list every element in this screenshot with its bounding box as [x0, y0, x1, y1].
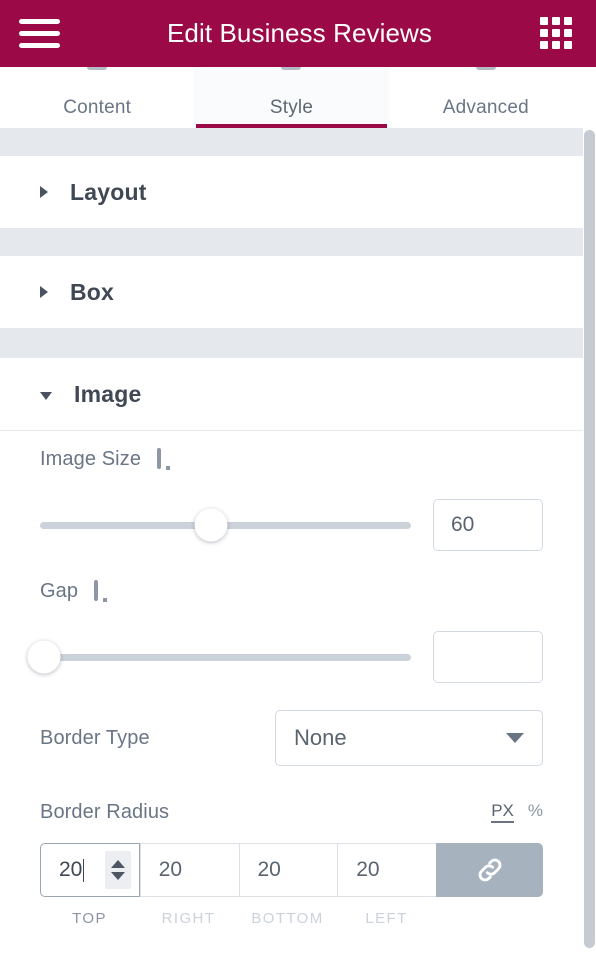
tab-advanced-label: Advanced — [442, 97, 529, 118]
monitor-stand — [166, 466, 171, 470]
monitor-stand — [103, 598, 108, 602]
scrollbar-thumb[interactable] — [584, 130, 595, 948]
border-radius-sublabels: TOP RIGHT BOTTOM LEFT — [40, 897, 543, 939]
grid-cell — [552, 16, 560, 25]
tab-bar: Content Style Advanced — [0, 64, 583, 128]
gap-input[interactable] — [433, 631, 543, 683]
monitor-screen — [157, 448, 162, 469]
sublabel-bottom: BOTTOM — [251, 909, 324, 927]
page-title: Edit Business Reviews — [166, 18, 433, 48]
section-title-layout: Layout — [70, 178, 147, 205]
slider-track — [40, 653, 411, 661]
border-type-label: Border Type — [40, 726, 150, 749]
tab-underline-active — [196, 124, 387, 128]
chevron-right-icon — [40, 286, 48, 298]
border-type-value: None — [294, 725, 347, 750]
gap-slider-row — [27, 619, 543, 695]
grid-cell — [540, 28, 548, 37]
tab-style[interactable]: Style — [194, 64, 389, 128]
border-radius-top-input[interactable]: 20 — [40, 843, 140, 897]
hamburger-bar — [19, 19, 60, 24]
section-title-image: Image — [74, 380, 142, 407]
image-size-label: Image Size — [40, 447, 142, 470]
border-radius-label: Border Radius — [40, 800, 170, 823]
unit-percent[interactable]: % — [528, 801, 543, 821]
section-divider — [0, 128, 583, 156]
tab-underline — [2, 124, 192, 128]
app-header: Edit Business Reviews — [0, 0, 596, 67]
settings-scroll-area[interactable]: Layout Box Image Image Size 60 Gap Borde… — [0, 128, 583, 957]
chevron-down-icon — [506, 733, 524, 743]
border-radius-top-value: 20 — [59, 858, 83, 881]
grid-apps-icon[interactable] — [540, 16, 574, 51]
hamburger-bar — [19, 31, 60, 36]
stepper-up-icon[interactable] — [110, 860, 125, 868]
grid-cell — [564, 16, 572, 25]
stepper-down-icon[interactable] — [110, 872, 125, 880]
border-type-row: Border Type None — [40, 695, 543, 781]
desktop-monitor-icon[interactable] — [94, 580, 116, 602]
section-divider — [0, 228, 583, 256]
monitor-screen — [94, 580, 99, 601]
slider-thumb[interactable] — [27, 640, 61, 674]
image-size-input[interactable]: 60 — [433, 499, 543, 551]
section-header-image[interactable]: Image — [0, 358, 583, 430]
desktop-monitor-icon[interactable] — [157, 448, 179, 470]
tab-content-label: Content — [63, 97, 132, 118]
border-radius-right-input[interactable]: 20 — [139, 843, 239, 897]
border-type-select[interactable]: None — [275, 710, 543, 766]
image-size-slider[interactable] — [40, 508, 411, 542]
sublabel-right: RIGHT — [161, 909, 216, 927]
grid-cell — [552, 28, 560, 37]
sublabel-left: LEFT — [365, 909, 408, 927]
number-stepper[interactable] — [104, 851, 131, 889]
border-radius-left-input[interactable]: 20 — [337, 843, 436, 897]
editor-panel: Edit Business Reviews Content Style Adva… — [0, 0, 596, 957]
section-title-box: Box — [70, 278, 115, 305]
border-radius-fields: 20 20 20 20 — [40, 843, 543, 897]
sublabel-top: TOP — [72, 909, 107, 927]
slider-thumb[interactable] — [194, 508, 228, 542]
tab-style-label: Style — [269, 97, 314, 118]
chevron-down-icon — [40, 391, 52, 400]
grid-cell — [540, 16, 548, 25]
gap-slider[interactable] — [27, 640, 411, 674]
border-radius-header-row: Border Radius PX % — [40, 781, 543, 843]
section-header-layout[interactable]: Layout — [0, 156, 583, 228]
link-values-button[interactable] — [436, 843, 543, 897]
image-size-label-row: Image Size — [40, 431, 543, 487]
grid-cell — [540, 40, 548, 49]
tab-underline — [391, 124, 581, 128]
chevron-right-icon — [40, 186, 48, 198]
vertical-scrollbar[interactable] — [583, 128, 596, 957]
unit-switcher: PX % — [491, 801, 543, 823]
border-radius-bottom-input[interactable]: 20 — [238, 843, 338, 897]
image-size-slider-row: 60 — [40, 487, 543, 563]
tab-content[interactable]: Content — [0, 64, 195, 128]
text-cursor — [83, 858, 85, 882]
section-divider — [0, 328, 583, 358]
gap-label-row: Gap — [40, 563, 543, 619]
gap-label: Gap — [40, 579, 79, 602]
link-chain-icon — [478, 858, 501, 882]
grid-cell — [564, 28, 572, 37]
tab-advanced[interactable]: Advanced — [388, 64, 583, 128]
section-header-box[interactable]: Box — [0, 256, 583, 328]
grid-cell — [564, 40, 572, 49]
image-section-body: Image Size 60 Gap Border Type None Borde… — [0, 431, 583, 939]
unit-px[interactable]: PX — [491, 801, 514, 823]
grid-cell — [552, 40, 560, 49]
hamburger-bar — [19, 43, 60, 48]
